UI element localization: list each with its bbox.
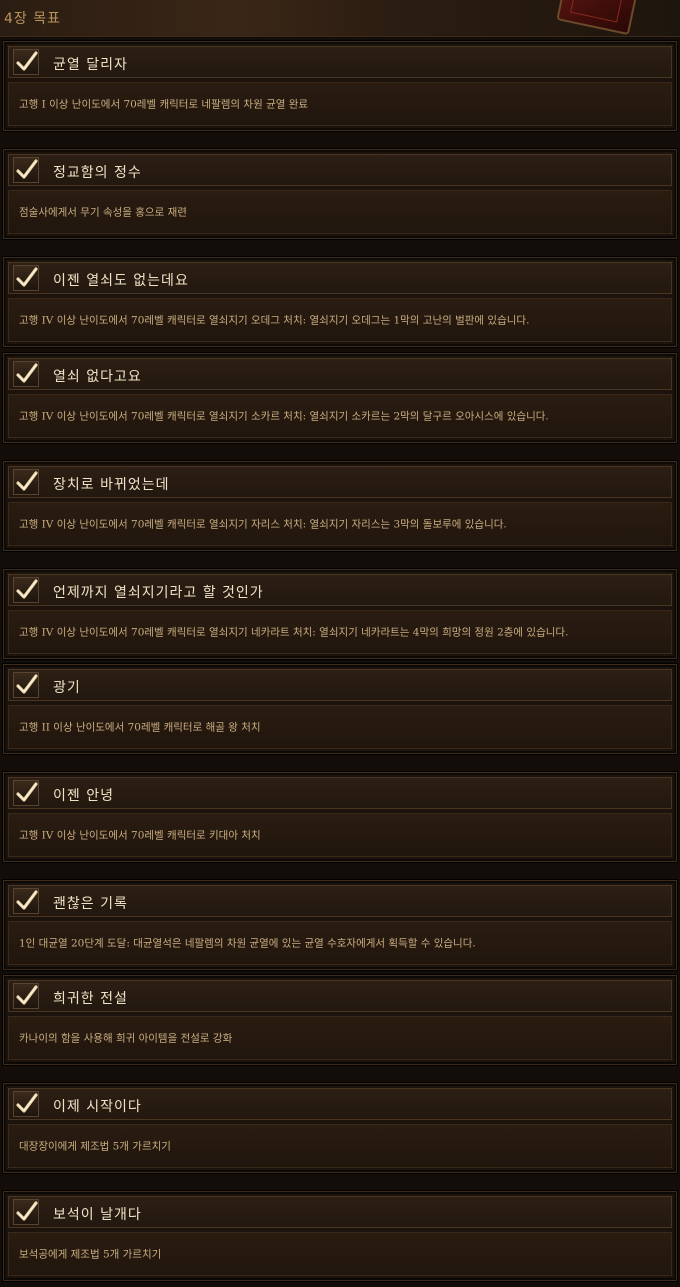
achievement-card[interactable]: 장치로 바뀌었는데 고행 IV 이상 난이도에서 70레벨 캐릭터로 열쇠지기 … [3,461,677,551]
achievement-title: 장치로 바뀌었는데 [53,477,170,493]
achievement-description: 고행 IV 이상 난이도에서 70레벨 캐릭터로 열쇠지기 소카르 처치: 열쇠… [19,410,549,423]
achievement-title: 괜찮은 기록 [53,896,128,912]
achievement-header: 희귀한 전설 [8,980,672,1012]
checkmark-icon [13,49,39,75]
achievement-description: 카나이의 함을 사용해 희귀 아이템을 전설로 강화 [19,1032,233,1045]
achievement-card[interactable]: 균열 달리자 고행 I 이상 난이도에서 70레벨 캐릭터로 네팔렘의 차원 균… [3,41,677,131]
checkmark-icon [13,780,39,806]
achievement-description: 보석공에게 제조법 5개 가르치기 [19,1248,162,1261]
checkmark-icon [13,469,39,495]
achievement-description: 고행 IV 이상 난이도에서 70레벨 캐릭터로 열쇠지기 네카라트 처치: 열… [19,626,569,639]
achievement-header: 이젠 안녕 [8,777,672,809]
achievement-card[interactable]: 광기 고행 II 이상 난이도에서 70레벨 캐릭터로 해골 왕 처치 [3,664,677,754]
achievement-header: 열쇠 없다고요 [8,358,672,390]
achievement-header: 광기 [8,669,672,701]
checkmark-icon [13,983,39,1009]
achievement-header: 균열 달리자 [8,46,672,78]
checkmark-icon [13,888,39,914]
achievement-description: 고행 IV 이상 난이도에서 70레벨 캐릭터로 키대아 처치 [19,829,261,842]
achievement-body: 고행 II 이상 난이도에서 70레벨 캐릭터로 해골 왕 처치 [8,705,672,749]
achievement-body: 고행 IV 이상 난이도에서 70레벨 캐릭터로 열쇠지기 네카라트 처치: 열… [8,610,672,654]
achievement-title: 정교함의 정수 [53,165,142,181]
achievement-body: 고행 I 이상 난이도에서 70레벨 캐릭터로 네팔렘의 차원 균열 완료 [8,82,672,126]
achievement-description: 고행 II 이상 난이도에서 70레벨 캐릭터로 해골 왕 처치 [19,721,261,734]
achievement-title: 이젠 열쇠도 없는데요 [53,273,189,289]
achievement-description: 대장장이에게 제조법 5개 가르치기 [19,1140,171,1153]
achievement-description: 1인 대균열 20단계 도달: 대균열석은 네팔렘의 차원 균열에 있는 균열 … [19,937,476,950]
achievement-body: 고행 IV 이상 난이도에서 70레벨 캐릭터로 열쇠지기 자리스 처치: 열쇠… [8,502,672,546]
achievement-title: 이제 시작이다 [53,1099,142,1115]
checkmark-icon [13,157,39,183]
achievement-header: 장치로 바뀌었는데 [8,466,672,498]
checkmark-icon [13,577,39,603]
achievement-header: 이젠 열쇠도 없는데요 [8,262,672,294]
achievement-title: 보석이 날개다 [53,1207,142,1223]
achievement-card[interactable]: 괜찮은 기록 1인 대균열 20단계 도달: 대균열석은 네팔렘의 차원 균열에… [3,880,677,970]
achievement-card[interactable]: 희귀한 전설 카나이의 함을 사용해 희귀 아이템을 전설로 강화 [3,975,677,1065]
book-emblem-icon [556,0,638,36]
checkmark-icon [13,672,39,698]
achievement-body: 고행 IV 이상 난이도에서 70레벨 캐릭터로 키대아 처치 [8,813,672,857]
achievement-header: 언제까지 열쇠지기라고 할 것인가 [8,574,672,606]
achievement-card[interactable]: 이젠 안녕 고행 IV 이상 난이도에서 70레벨 캐릭터로 키대아 처치 [3,772,677,862]
achievement-body: 카나이의 함을 사용해 희귀 아이템을 전설로 강화 [8,1016,672,1060]
achievement-card[interactable]: 언제까지 열쇠지기라고 할 것인가 고행 IV 이상 난이도에서 70레벨 캐릭… [3,569,677,659]
achievement-body: 대장장이에게 제조법 5개 가르치기 [8,1124,672,1168]
achievement-title: 언제까지 열쇠지기라고 할 것인가 [53,585,264,601]
achievement-card[interactable]: 정교함의 정수 점술사에게서 무기 속성을 홍으로 재련 [3,149,677,239]
achievement-description: 점술사에게서 무기 속성을 홍으로 재련 [19,206,187,219]
achievement-header: 이제 시작이다 [8,1088,672,1120]
achievement-description: 고행 IV 이상 난이도에서 70레벨 캐릭터로 열쇠지기 오데그 처치: 열쇠… [19,314,530,327]
achievement-description: 고행 IV 이상 난이도에서 70레벨 캐릭터로 열쇠지기 자리스 처치: 열쇠… [19,518,507,531]
achievement-title: 열쇠 없다고요 [53,369,142,385]
achievement-title: 희귀한 전설 [53,991,128,1007]
checkmark-icon [13,361,39,387]
achievement-card[interactable]: 열쇠 없다고요 고행 IV 이상 난이도에서 70레벨 캐릭터로 열쇠지기 소카… [3,353,677,443]
achievement-header: 괜찮은 기록 [8,885,672,917]
achievement-body: 고행 IV 이상 난이도에서 70레벨 캐릭터로 열쇠지기 소카르 처치: 열쇠… [8,394,672,438]
achievement-title: 광기 [53,680,81,696]
achievement-card[interactable]: 보석이 날개다 보석공에게 제조법 5개 가르치기 [3,1191,677,1281]
achievement-body: 1인 대균열 20단계 도달: 대균열석은 네팔렘의 차원 균열에 있는 균열 … [8,921,672,965]
chapter-title: 4장 목표 [4,11,61,27]
achievement-body: 점술사에게서 무기 속성을 홍으로 재련 [8,190,672,234]
checkmark-icon [13,1199,39,1225]
achievement-title: 이젠 안녕 [53,788,114,804]
checkmark-icon [13,265,39,291]
checkmark-icon [13,1091,39,1117]
achievement-description: 고행 I 이상 난이도에서 70레벨 캐릭터로 네팔렘의 차원 균열 완료 [19,98,309,111]
achievement-body: 보석공에게 제조법 5개 가르치기 [8,1232,672,1276]
achievement-header: 보석이 날개다 [8,1196,672,1228]
achievement-title: 균열 달리자 [53,57,128,73]
achievement-header: 정교함의 정수 [8,154,672,186]
achievement-card[interactable]: 이젠 열쇠도 없는데요 고행 IV 이상 난이도에서 70레벨 캐릭터로 열쇠지… [3,257,677,347]
achievement-body: 고행 IV 이상 난이도에서 70레벨 캐릭터로 열쇠지기 오데그 처치: 열쇠… [8,298,672,342]
header-bar: 4장 목표 [0,0,680,37]
achievement-card[interactable]: 이제 시작이다 대장장이에게 제조법 5개 가르치기 [3,1083,677,1173]
